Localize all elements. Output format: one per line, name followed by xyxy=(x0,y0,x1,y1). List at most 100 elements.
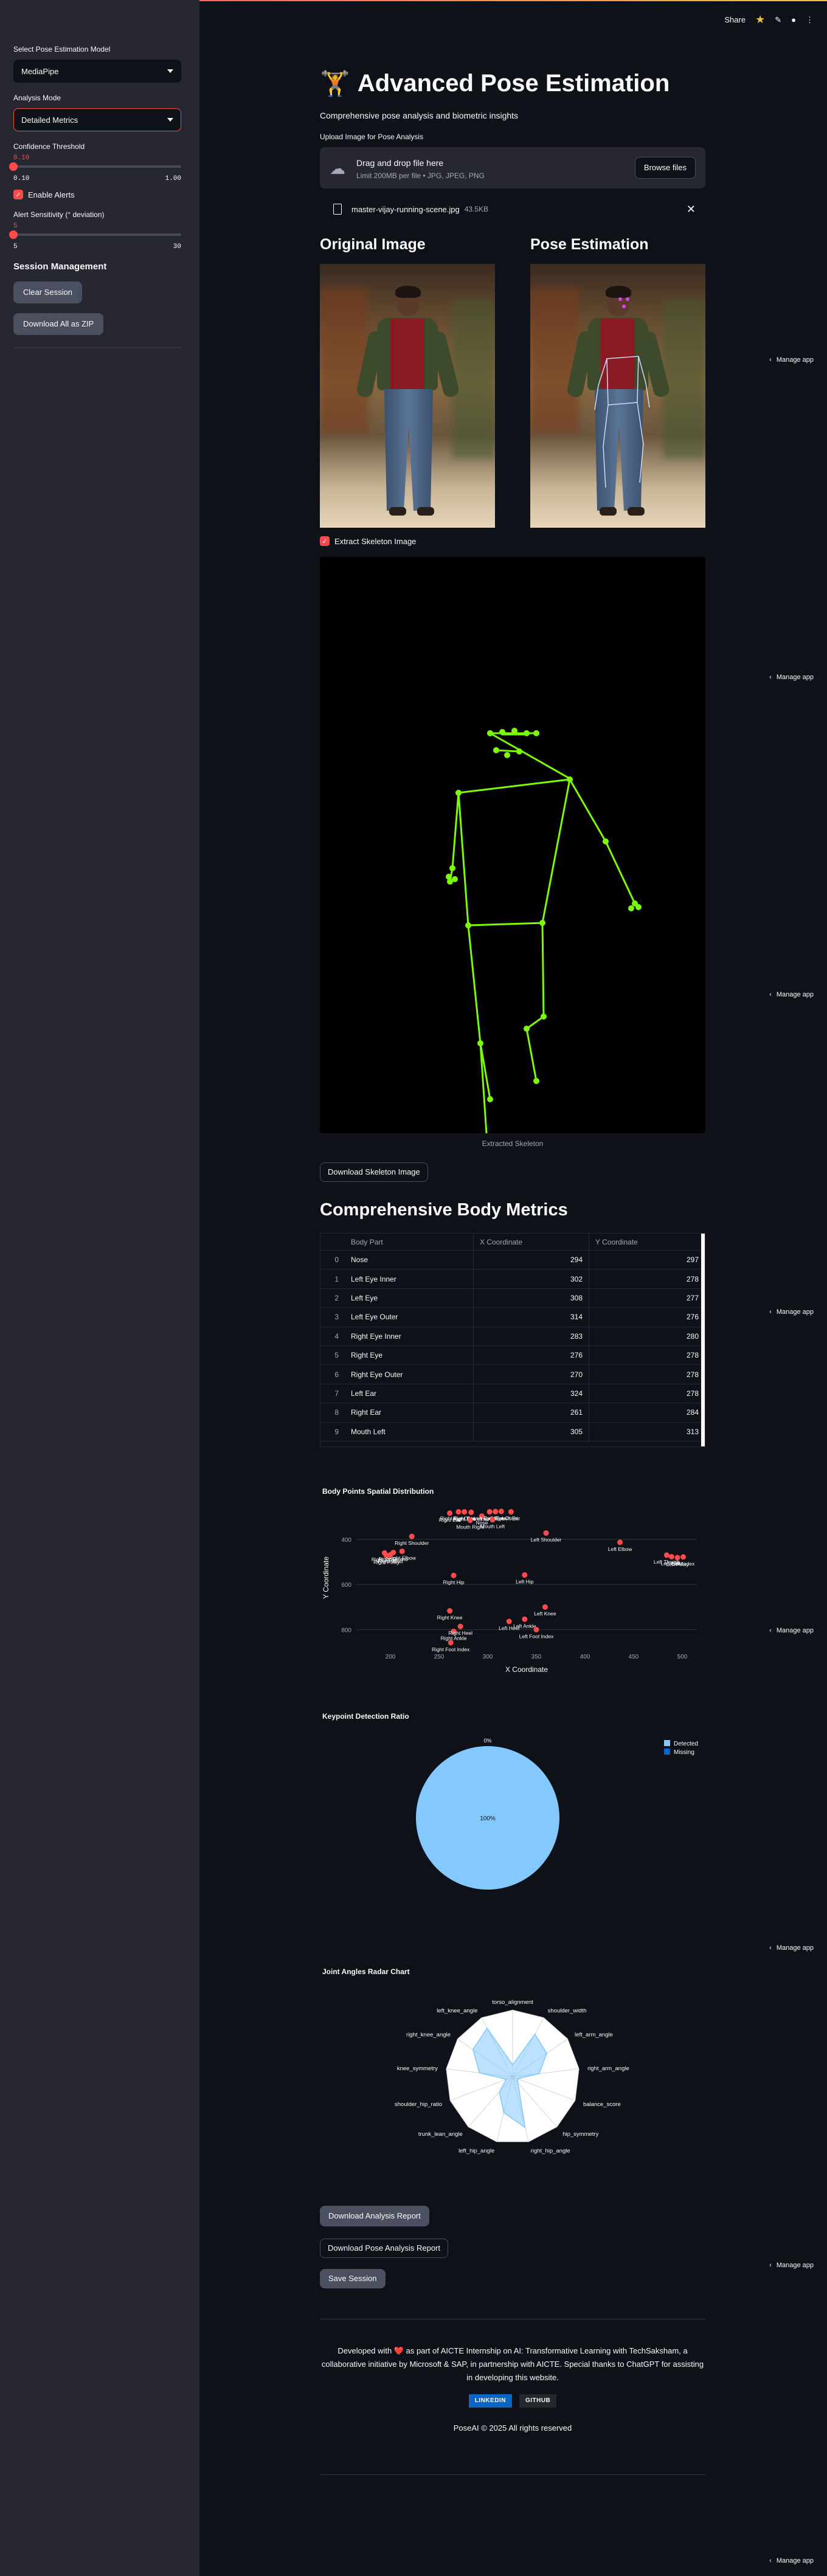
radar-axis-label: trunk_lean_angle xyxy=(418,2131,463,2138)
y-tick-label: 800 xyxy=(341,1627,351,1634)
scatter-point-label: Right Ear xyxy=(439,1517,461,1523)
scatter-chart-title: Body Points Spatial Distribution xyxy=(322,1487,434,1496)
table-cell: 5 xyxy=(334,1351,339,1360)
x-tick-label: 400 xyxy=(580,1654,590,1660)
app-root: { "sidebar": { "model_label": "Select Po… xyxy=(0,0,827,2576)
linkedin-badge[interactable]: LINKEDIN xyxy=(468,2394,512,2408)
alert-sensitivity-slider[interactable]: 5 5 30 xyxy=(9,223,181,253)
table-cell: 270 xyxy=(474,1365,589,1384)
manage-app-button[interactable]: ‹ Manage app xyxy=(769,356,814,364)
x-tick-label: 300 xyxy=(483,1654,493,1660)
table-cell: 6 xyxy=(334,1370,339,1379)
extract-skeleton-checkbox[interactable]: ✓ Extract Skeleton Image xyxy=(320,536,416,546)
scatter-point xyxy=(493,1508,499,1514)
manage-app-button[interactable]: ‹ Manage app xyxy=(769,2557,814,2564)
uploaded-file-row: master-vijay-running-scene.jpg 43.5KB ✕ xyxy=(320,197,705,221)
more-icon[interactable]: ⋮ xyxy=(806,15,814,25)
table-header: Y Coordinate xyxy=(595,1237,638,1246)
radar-axis-label: right_arm_angle xyxy=(587,2065,629,2072)
table-row[interactable]: 9 Mouth Left 305 313 xyxy=(320,1422,705,1442)
manage-app-label: Manage app xyxy=(776,1944,814,1952)
manage-app-label: Manage app xyxy=(776,2557,814,2564)
enable-alerts-checkbox[interactable]: ✓ Enable Alerts xyxy=(13,190,181,199)
manage-app-button[interactable]: ‹ Manage app xyxy=(769,1308,814,1316)
original-image xyxy=(320,264,495,528)
enable-alerts-label: Enable Alerts xyxy=(28,190,75,199)
table-row[interactable]: 8 Right Ear 261 284 xyxy=(320,1403,705,1423)
scatter-point-label: Left Thumb xyxy=(654,1559,680,1565)
download-zip-button[interactable]: Download All as ZIP xyxy=(13,313,104,335)
table-cell: Left Eye Outer xyxy=(345,1308,474,1327)
download-skeleton-button[interactable]: Download Skeleton Image xyxy=(320,1162,428,1182)
file-dropzone[interactable]: ☁ Drag and drop file here Limit 200MB pe… xyxy=(320,147,705,188)
scatter-point xyxy=(409,1533,415,1539)
manage-app-button[interactable]: ‹ Manage app xyxy=(769,1944,814,1952)
browse-files-button[interactable]: Browse files xyxy=(634,157,696,179)
table-row[interactable]: 0 Nose 294 297 xyxy=(320,1251,705,1270)
table-header-row: Body Part X Coordinate Y Coordinate xyxy=(320,1234,705,1251)
chevron-down-icon xyxy=(167,69,173,73)
metrics-table[interactable]: Body Part X Coordinate Y Coordinate 0 Nos… xyxy=(320,1233,705,1447)
table-row[interactable]: 6 Right Eye Outer 270 278 xyxy=(320,1365,705,1384)
upload-label: Upload Image for Pose Analysis xyxy=(320,133,424,141)
close-icon[interactable]: ✕ xyxy=(687,203,696,216)
table-cell: 7 xyxy=(334,1389,339,1398)
confidence-slider-track xyxy=(13,165,181,168)
table-row[interactable]: 5 Right Eye 276 278 xyxy=(320,1345,705,1366)
table-row[interactable]: 4 Right Eye Inner 283 280 xyxy=(320,1327,705,1346)
person-figure xyxy=(355,286,460,525)
table-row[interactable]: 2 Left Eye 308 277 xyxy=(320,1288,705,1308)
download-pose-report-button[interactable]: Download Pose Analysis Report xyxy=(320,2239,448,2258)
legend-swatch xyxy=(664,1749,670,1755)
alert-slider-max: 30 xyxy=(173,243,181,250)
scatter-point xyxy=(467,1517,473,1523)
table-row[interactable]: 7 Left Ear 324 278 xyxy=(320,1384,705,1404)
manage-app-button[interactable]: ‹ Manage app xyxy=(769,2262,814,2269)
radar-axis-label: right_knee_angle xyxy=(406,2032,451,2039)
top-toolbar: Share ★ ✎ ● ⋮ xyxy=(724,13,814,26)
skeleton-drawing xyxy=(446,728,642,1134)
pie-slice-label: 100% xyxy=(480,1815,496,1822)
chevron-left-icon: ‹ xyxy=(769,674,772,681)
scatter-point xyxy=(447,1510,453,1516)
download-report-button[interactable]: Download Analysis Report xyxy=(320,2206,429,2226)
mode-select[interactable]: Detailed Metrics xyxy=(13,108,181,131)
confidence-slider-thumb[interactable] xyxy=(9,162,18,171)
table-cell: 278 xyxy=(686,1389,699,1398)
alert-slider-thumb[interactable] xyxy=(9,230,18,239)
page-title: 🏋️ Advanced Pose Estimation xyxy=(320,69,670,98)
x-tick-label: 350 xyxy=(531,1654,542,1660)
x-tick-label: 200 xyxy=(386,1654,396,1660)
scatter-point xyxy=(542,1604,548,1610)
scatter-point xyxy=(522,1572,528,1578)
github-icon[interactable]: ● xyxy=(791,15,796,24)
manage-app-button[interactable]: ‹ Manage app xyxy=(769,1627,814,1634)
table-row[interactable]: 3 Left Eye Outer 314 276 xyxy=(320,1308,705,1327)
copyright: PoseAI © 2025 All rights reserved xyxy=(453,2423,572,2433)
table-row[interactable]: 1 Left Eye Inner 302 278 xyxy=(320,1269,705,1289)
star-icon[interactable]: ★ xyxy=(755,13,765,26)
manage-app-button[interactable]: ‹ Manage app xyxy=(769,674,814,681)
manage-app-label: Manage app xyxy=(776,991,814,998)
table-cell: 276 xyxy=(686,1313,699,1322)
save-session-button[interactable]: Save Session xyxy=(320,2269,386,2288)
clear-session-button[interactable]: Clear Session xyxy=(13,281,82,303)
figure-part xyxy=(390,319,424,392)
edit-icon[interactable]: ✎ xyxy=(775,15,781,25)
scatter-point-label: Mouth Right xyxy=(456,1524,484,1530)
chevron-left-icon: ‹ xyxy=(769,1627,772,1634)
file-size: 43.5KB xyxy=(464,205,489,213)
table-scrollbar[interactable] xyxy=(701,1234,705,1446)
chevron-left-icon: ‹ xyxy=(769,1944,772,1952)
manage-app-button[interactable]: ‹ Manage app xyxy=(769,991,814,998)
confidence-slider[interactable]: 0.10 0.10 1.00 xyxy=(9,154,181,185)
radar-axis-label: hip_symmetry xyxy=(562,2131,598,2138)
model-select-label: Select Pose Estimation Model xyxy=(13,45,111,54)
model-select[interactable]: MediaPipe xyxy=(13,60,181,83)
table-cell: 277 xyxy=(686,1293,699,1302)
skeleton-caption: Extracted Skeleton xyxy=(482,1139,544,1148)
sidebar-controls: Select Pose Estimation Model MediaPipe A… xyxy=(9,45,181,348)
github-badge[interactable]: GITHUB xyxy=(519,2394,557,2408)
scatter-point xyxy=(486,1509,493,1515)
share-button[interactable]: Share xyxy=(724,15,746,24)
